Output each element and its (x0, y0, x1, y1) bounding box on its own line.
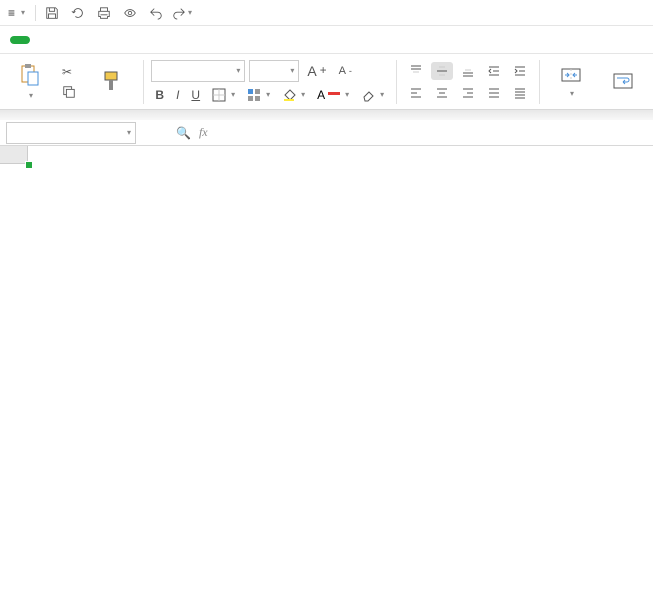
indent-icon (513, 64, 527, 78)
tab-layout[interactable] (78, 36, 98, 44)
align-center-icon (435, 86, 449, 100)
name-box[interactable] (6, 122, 136, 144)
decrease-font-button[interactable]: A- (335, 63, 356, 79)
formula-input[interactable] (216, 123, 516, 143)
undo-icon[interactable] (146, 3, 166, 23)
tab-security[interactable] (248, 36, 268, 44)
font-name-select[interactable]: ▾ (151, 60, 245, 82)
format-painter-button[interactable] (87, 57, 135, 107)
wrap-icon (612, 71, 634, 91)
align-bottom-icon (461, 64, 475, 78)
justify-button[interactable] (483, 84, 505, 102)
align-right-button[interactable] (457, 84, 479, 102)
spreadsheet (0, 146, 653, 164)
fx-icon[interactable]: fx (199, 125, 208, 140)
copy-icon (62, 85, 76, 99)
increase-font-button[interactable]: A+ (303, 61, 330, 81)
grid-icon (247, 88, 261, 102)
tab-insert[interactable] (44, 36, 64, 44)
border-icon (212, 88, 226, 102)
tab-start[interactable] (10, 36, 30, 44)
align-bottom-button[interactable] (457, 62, 479, 80)
align-left-icon (409, 86, 423, 100)
align-middle-icon (435, 64, 449, 78)
scissors-icon: ✂ (62, 65, 72, 79)
clear-button[interactable] (357, 86, 388, 104)
tab-formula[interactable] (112, 36, 132, 44)
cut-button[interactable]: ✂ (58, 63, 83, 81)
tab-bar (0, 26, 653, 54)
brush-icon (101, 70, 121, 92)
indent-increase-button[interactable] (509, 62, 531, 80)
quick-access-bar: ≡ ▾ (0, 0, 653, 26)
align-top-button[interactable] (405, 62, 427, 80)
align-center-button[interactable] (431, 84, 453, 102)
align-middle-button[interactable] (431, 62, 453, 80)
save-icon[interactable] (42, 3, 62, 23)
align-left-button[interactable] (405, 84, 427, 102)
fill-color-button[interactable] (278, 86, 309, 104)
bold-button[interactable]: B (151, 86, 168, 104)
font-color-button[interactable]: A (313, 86, 353, 104)
preview-icon[interactable] (120, 3, 140, 23)
tab-data[interactable] (146, 36, 166, 44)
print-icon[interactable] (94, 3, 114, 23)
italic-button[interactable]: I (172, 86, 183, 104)
align-right-icon (461, 86, 475, 100)
select-all-corner[interactable] (0, 146, 28, 164)
distribute-button[interactable] (509, 84, 531, 102)
borders-button[interactable] (208, 86, 239, 104)
ribbon: ✂ ▾ ▾ A+ A- B I U A (0, 54, 653, 110)
paste-icon (19, 63, 41, 87)
lookup-icon[interactable]: 🔍 (176, 126, 191, 140)
refresh-icon[interactable] (68, 3, 88, 23)
cell-style-button[interactable] (243, 86, 274, 104)
paste-button[interactable] (6, 57, 54, 107)
underline-button[interactable]: U (187, 86, 204, 104)
bucket-icon (282, 88, 296, 102)
redo-icon[interactable] (172, 3, 192, 23)
column-headers (0, 146, 653, 164)
indent-decrease-button[interactable] (483, 62, 505, 80)
file-menu[interactable]: ≡ ▾ (4, 4, 29, 22)
merge-center-button[interactable] (547, 57, 595, 107)
eraser-icon (361, 88, 375, 102)
active-cell-outline (28, 164, 32, 168)
font-size-select[interactable]: ▾ (249, 60, 299, 82)
outdent-icon (487, 64, 501, 78)
tab-view[interactable] (214, 36, 234, 44)
hamburger-icon: ≡ (8, 6, 15, 20)
formula-bar: 🔍 fx (0, 120, 653, 146)
justify-icon (487, 86, 501, 100)
align-top-icon (409, 64, 423, 78)
wrap-text-button[interactable] (599, 57, 647, 107)
copy-button[interactable] (58, 83, 83, 101)
tab-review[interactable] (180, 36, 200, 44)
distribute-icon (513, 86, 527, 100)
merge-icon (560, 65, 582, 85)
